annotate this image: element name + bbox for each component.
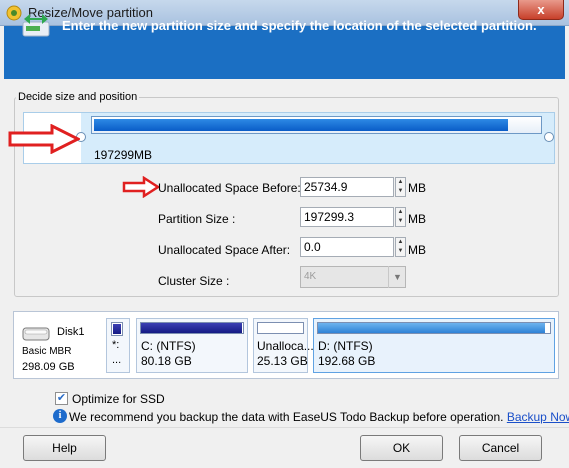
header-banner [4,26,565,79]
chevron-down-icon[interactable]: ▼ [388,266,406,288]
partition-size-field-label: Partition Size : [158,212,236,226]
partition-label: C: (NTFS) [141,339,196,353]
disk-type: Basic MBR [22,346,72,357]
ok-button[interactable]: OK [360,435,443,461]
info-icon: i [53,409,67,423]
cluster-size-value: 4K [304,271,317,282]
partition-label: *: [112,339,120,351]
disk-name: Disk1 [57,326,85,338]
resize-partition-icon [22,14,50,37]
unallocated-before-spinner[interactable]: ▲ ▼ [395,177,406,197]
arrow-annotation-icon [8,124,80,154]
cancel-button-label: Cancel [481,441,520,455]
partition-size-fill [94,119,508,131]
partition-size: 25.13 GB [257,354,308,368]
banner-text: Enter the new partition size and specify… [62,18,537,33]
group-label: Decide size and position [16,91,140,103]
backup-now-link[interactable]: Backup Now [507,410,569,424]
ok-button-label: OK [392,441,411,455]
hard-disk-icon [22,327,50,341]
optimize-ssd-label[interactable]: Optimize for SSD [72,392,165,406]
partition-size: ... [112,354,122,366]
partition-label: D: (NTFS) [318,339,373,353]
help-button-label: Help [52,441,77,455]
partition-usage-fill [141,323,242,333]
partition-usage-fill [113,324,121,334]
unit-label: MB [408,212,426,226]
close-button[interactable]: x [518,0,564,20]
unallocated-before-label: Unallocated Space Before: [158,181,301,195]
unallocated-after-spinner[interactable]: ▲ ▼ [395,237,406,257]
unallocated-before-input[interactable] [300,177,394,197]
arrow-annotation-icon [122,176,160,198]
optimize-ssd-checkbox[interactable]: ✔ [55,392,68,405]
unit-label: MB [408,243,426,257]
partition-size-input[interactable] [300,207,394,227]
right-resize-handle[interactable] [544,132,554,142]
partition-size-spinner[interactable]: ▲ ▼ [395,207,406,227]
backup-recommendation-text: We recommend you backup the data with Ea… [69,410,504,424]
backup-recommendation: We recommend you backup the data with Ea… [69,410,569,424]
partition-size: 192.68 GB [318,354,376,368]
help-button[interactable]: Help [23,435,106,461]
partition-usage-fill [318,323,545,333]
partition-size: 80.18 GB [141,354,192,368]
unallocated-after-input[interactable] [300,237,394,257]
unit-label: MB [408,181,426,195]
partition-size-label: 197299MB [94,148,153,162]
cluster-size-label: Cluster Size : [158,274,230,288]
disk-size: 298.09 GB [22,361,75,373]
cancel-button[interactable]: Cancel [459,435,542,461]
partition-label: Unalloca... [257,339,314,353]
unallocated-after-label: Unallocated Space After: [158,243,291,257]
bottom-separator [0,427,569,428]
partition-usage-bar [257,322,304,334]
